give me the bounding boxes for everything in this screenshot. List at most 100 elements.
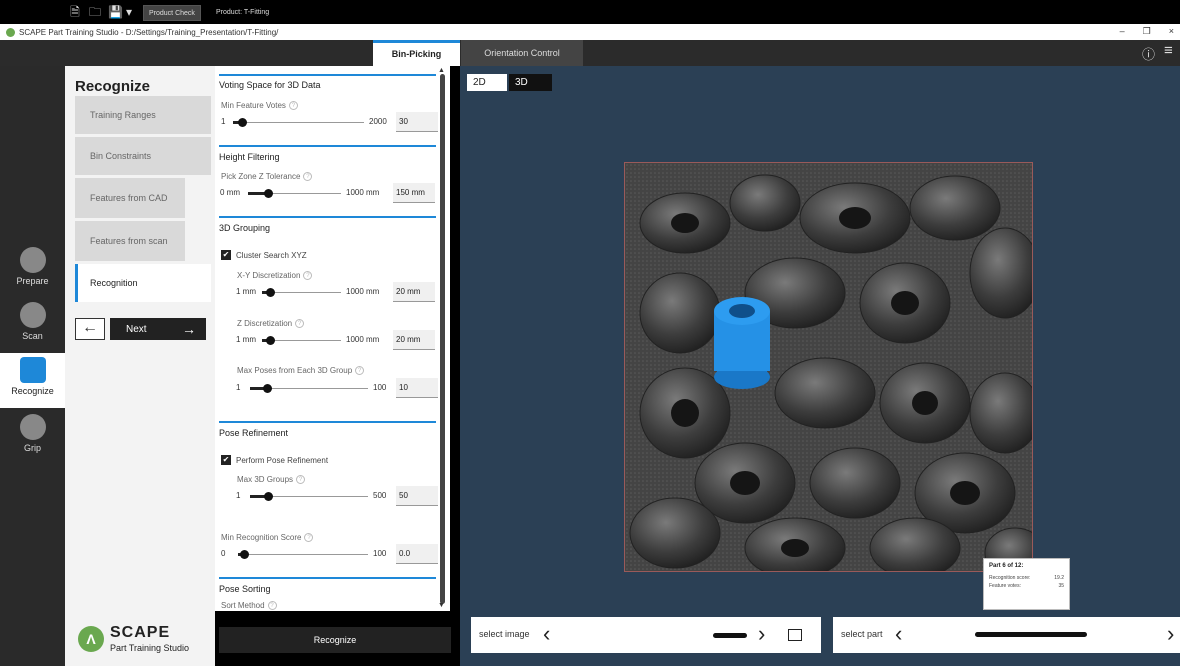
step-features-from-cad[interactable]: Features from CAD — [75, 178, 185, 218]
part-selector: select part ‹ › — [833, 617, 1180, 653]
view-2d-button[interactable]: 2D — [467, 74, 507, 91]
param-label: Min Feature Votes? — [221, 101, 298, 111]
scroll-down-icon[interactable]: ▼ — [438, 602, 445, 609]
param-label: Max Poses from Each 3D Group? — [237, 366, 365, 376]
checkbox-checked-icon: ✔ — [221, 455, 231, 465]
open-folder-icon[interactable]: 🗀 — [88, 5, 102, 19]
next-button[interactable]: Next → — [110, 318, 206, 340]
menu-bar — [0, 40, 1180, 66]
help-icon[interactable]: ? — [303, 271, 313, 281]
brand-name: SCAPE — [110, 624, 171, 641]
tab-orientation-control[interactable]: Orientation Control — [461, 40, 583, 66]
group-divider — [219, 577, 436, 579]
tooltip-score-row: Recognition score: 19.2 — [989, 575, 1064, 581]
brand-subtitle: Part Training Studio — [110, 643, 190, 653]
part-scrubber[interactable] — [975, 632, 1087, 637]
part-info-tooltip: Part 6 of 12: Recognition score: 19.2 Fea… — [983, 558, 1070, 610]
params-scrollbar[interactable] — [440, 74, 445, 604]
slider-knob — [240, 550, 249, 559]
slider-knob — [263, 492, 273, 501]
max-groups-input[interactable]: 50 — [396, 486, 438, 506]
group-title-sorting: Pose Sorting — [219, 584, 271, 594]
help-icon[interactable]: ? — [304, 533, 314, 543]
back-button[interactable]: ← — [75, 318, 105, 340]
rail-label: Prepare — [16, 276, 49, 286]
param-label: Pick Zone Z Tolerance? — [221, 172, 313, 182]
product-name: Product: T-Fitting — [216, 9, 270, 16]
next-part-icon[interactable]: › — [1167, 621, 1174, 647]
grip-icon — [19, 414, 46, 440]
group-divider — [219, 216, 436, 218]
param-label: Sort Method? — [221, 601, 277, 611]
group-divider — [219, 74, 436, 76]
next-image-icon[interactable]: › — [758, 621, 765, 647]
minimize-icon[interactable]: – — [1120, 26, 1125, 37]
rail-item-recognize[interactable]: Recognize — [0, 353, 65, 408]
frame-icon[interactable] — [788, 629, 802, 641]
group-title-voting: Voting Space for 3D Data — [219, 80, 321, 90]
cluster-search-checkbox[interactable]: ✔ Cluster Search XYZ — [221, 250, 307, 260]
tab-bin-picking[interactable]: Bin-Picking — [373, 40, 460, 66]
new-file-icon[interactable]: 🗎 — [68, 5, 82, 19]
help-icon[interactable]: ? — [295, 319, 305, 329]
select-image-label: select image — [479, 629, 530, 639]
bin-scan-image[interactable] — [624, 162, 1033, 572]
scroll-up-icon[interactable]: ▲ — [438, 67, 445, 74]
group-divider — [219, 145, 436, 147]
app-logo-icon — [6, 27, 15, 37]
save-icon[interactable]: 💾 — [108, 5, 123, 19]
prev-image-icon[interactable]: ‹ — [543, 621, 550, 647]
rail-item-scan[interactable]: Scan — [0, 298, 65, 353]
save-dropdown-icon[interactable]: ▾ — [124, 5, 134, 19]
perform-refinement-checkbox[interactable]: ✔ Perform Pose Refinement — [221, 455, 328, 465]
recognize-button[interactable]: Recognize — [219, 627, 451, 653]
z-disc-input[interactable]: 20 mm — [393, 330, 435, 350]
min-score-input[interactable]: 0.0 — [396, 544, 438, 564]
help-icon[interactable]: ? — [355, 366, 365, 376]
help-icon[interactable]: ? — [296, 475, 306, 485]
info-icon[interactable]: ⓘ — [1142, 44, 1155, 63]
help-icon[interactable]: ? — [288, 101, 298, 111]
product-check-button[interactable]: Product Check — [143, 5, 201, 21]
min-feature-votes-input[interactable]: 30 — [396, 112, 438, 132]
param-label: Min Recognition Score? — [221, 533, 314, 543]
xy-disc-input[interactable]: 20 mm — [393, 282, 435, 302]
window-title: SCAPE Part Training Studio - D:/Settings… — [19, 27, 279, 37]
rail-label: Scan — [22, 331, 43, 341]
prev-part-icon[interactable]: ‹ — [895, 621, 902, 647]
rail-item-grip[interactable]: Grip — [0, 410, 65, 465]
step-features-from-scan[interactable]: Features from scan — [75, 221, 185, 261]
rail-item-prepare[interactable]: Prepare — [0, 243, 65, 298]
step-bin-constraints[interactable]: Bin Constraints — [75, 137, 211, 175]
pick-zone-input[interactable]: 150 mm — [393, 183, 435, 203]
help-icon[interactable]: ? — [303, 172, 313, 182]
group-title-refinement: Pose Refinement — [219, 428, 289, 438]
title-bar: SCAPE Part Training Studio - D:/Settings… — [0, 24, 1180, 40]
param-label: X-Y Discretization? — [237, 271, 313, 281]
checkbox-checked-icon: ✔ — [221, 250, 231, 260]
max-poses-input[interactable]: 10 — [396, 378, 438, 398]
param-label: Max 3D Groups? — [237, 475, 306, 485]
scan-render — [625, 163, 1032, 571]
tooltip-votes-row: Feature votes: 35 — [989, 583, 1064, 589]
view-3d-button[interactable]: 3D — [509, 74, 552, 91]
image-selector: select image ‹ › — [471, 617, 821, 653]
app-window: SCAPE Part Training Studio - D:/Settings… — [0, 0, 1180, 666]
close-icon[interactable]: × — [1169, 26, 1174, 37]
param-label: Z Discretization? — [237, 319, 305, 329]
step-recognition[interactable]: Recognition — [75, 264, 211, 302]
slider-knob — [237, 118, 247, 127]
scape-logo-icon: Λ — [78, 626, 104, 652]
page-title: Recognize — [75, 78, 151, 95]
recognize-icon — [19, 357, 46, 383]
brand-logo: Λ SCAPE Part Training Studio — [78, 624, 213, 658]
arrow-right-icon: → — [182, 321, 196, 337]
highlighted-part — [714, 297, 770, 389]
help-icon[interactable]: ? — [267, 601, 277, 611]
rail-label: Grip — [23, 443, 41, 453]
group-title-height: Height Filtering — [219, 152, 280, 162]
restore-icon[interactable]: ❐ — [1143, 26, 1151, 37]
step-training-ranges[interactable]: Training Ranges — [75, 96, 211, 134]
hamburger-menu-icon[interactable]: ≡ — [1164, 42, 1173, 59]
image-scrubber[interactable] — [713, 633, 747, 638]
